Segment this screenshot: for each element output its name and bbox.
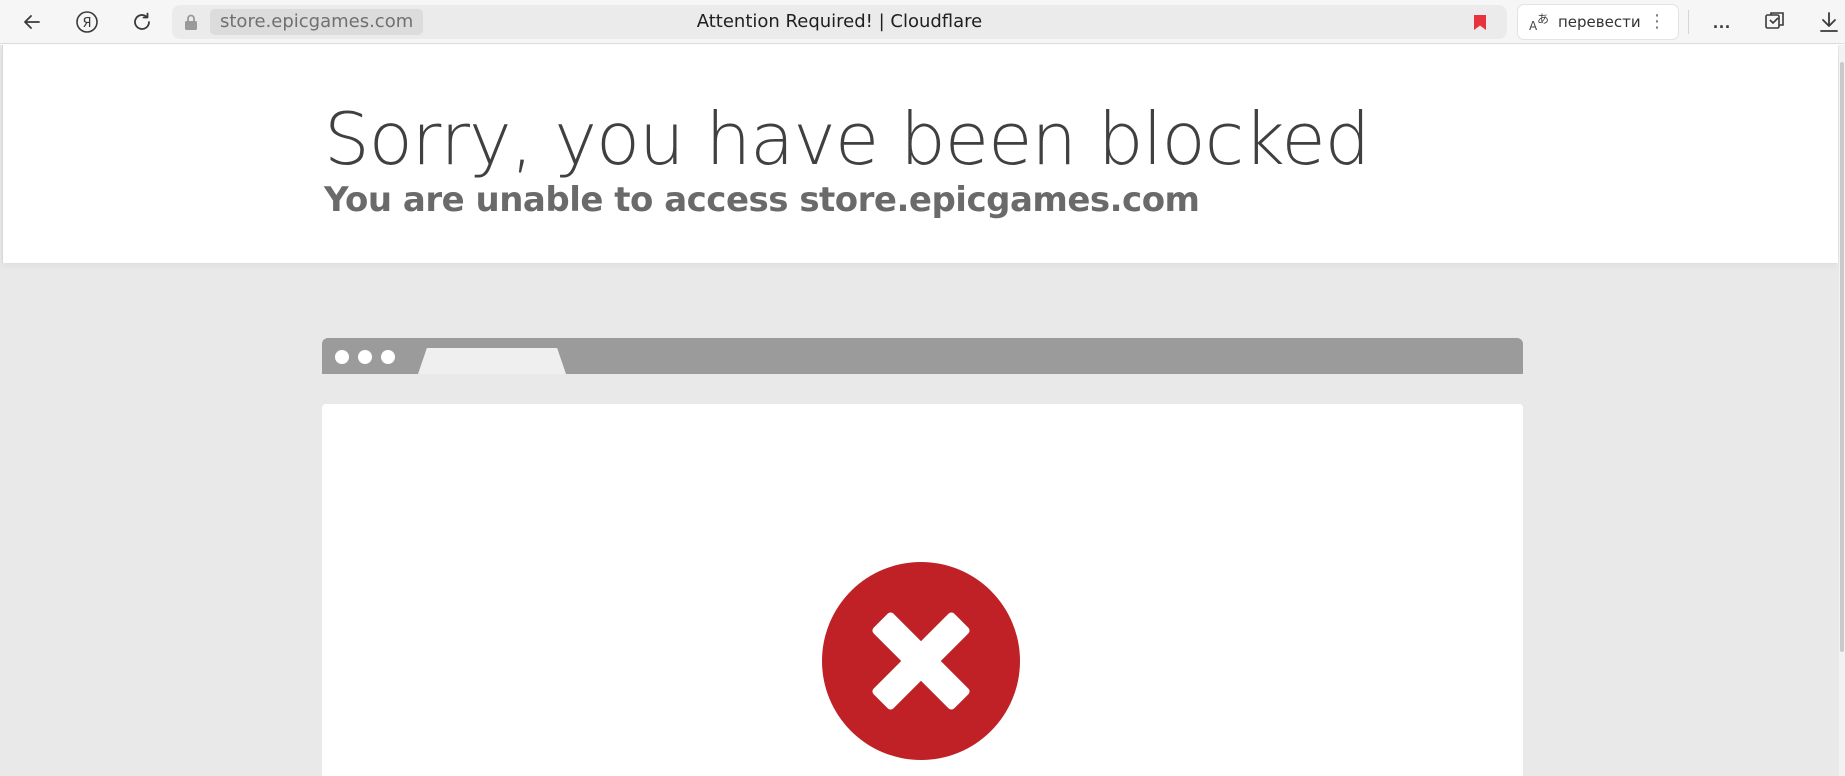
translate-label: перевести [1558,13,1641,31]
page-title: Sorry, you have been blocked [324,97,1370,181]
back-button[interactable] [12,4,52,40]
bookmark-icon[interactable] [1473,14,1487,31]
yandex-button[interactable]: Я [67,4,107,40]
illustration-browser-bar [322,338,1523,374]
collections-icon [1765,12,1784,29]
address-bar[interactable]: store.epicgames.com Attention Required! … [172,5,1507,39]
illustration-dot [381,350,395,364]
toolbar-divider [1688,10,1689,34]
reload-icon [134,12,150,30]
reload-button[interactable] [122,4,162,40]
translate-button[interactable]: A あ перевести ⋮ [1517,4,1679,40]
block-header: Sorry, you have been blocked You are una… [2,45,1838,263]
scrollbar-thumb[interactable] [1840,62,1844,652]
collections-button[interactable] [1756,4,1796,40]
kebab-icon[interactable]: ⋮ [1648,13,1666,31]
illustration-window [322,404,1523,776]
illustration-dot [358,350,372,364]
block-x-icon [822,562,1020,760]
yandex-letter: Я [82,16,91,31]
page-subtitle: You are unable to access store.epicgames… [324,180,1200,220]
illustration-tab [418,348,566,374]
translate-icon: A あ [1529,12,1549,33]
download-icon [1819,12,1838,32]
url-text[interactable]: store.epicgames.com [210,9,424,35]
illustration-dot [335,350,349,364]
yandex-icon: Я [76,11,98,33]
browser-toolbar: Я store.epicgames.com Attention Required… [0,0,1845,44]
more-button[interactable]: ... [1702,4,1742,40]
svg-text:あ: あ [1537,12,1549,26]
back-arrow-icon [24,15,40,29]
lock-icon [185,14,197,30]
download-button[interactable] [1812,4,1845,40]
